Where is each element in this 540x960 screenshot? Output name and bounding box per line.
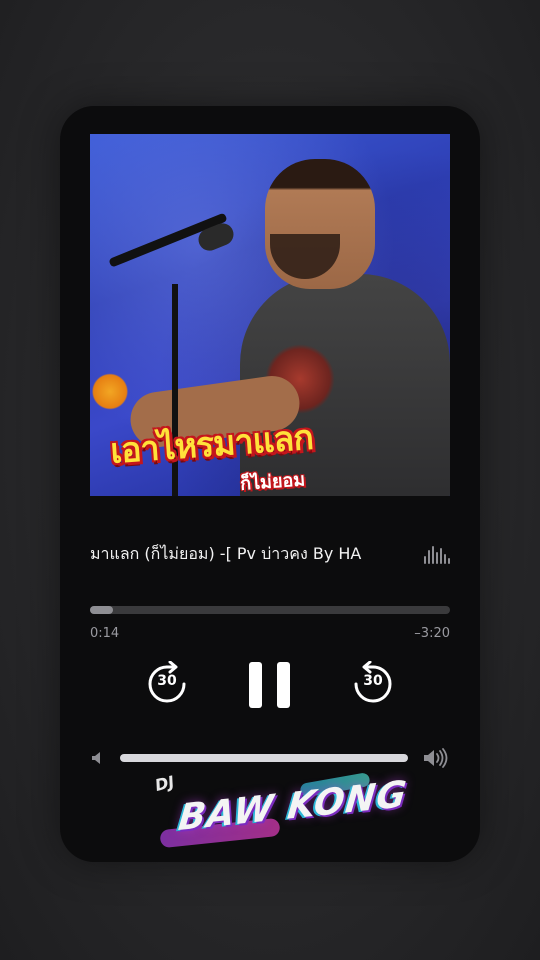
skip-back-seconds: 30	[157, 673, 177, 689]
remaining-time: –3:20	[414, 626, 450, 641]
playback-progress-bar[interactable]	[90, 606, 450, 616]
pause-icon-bar-left	[249, 662, 262, 708]
now-playing-row: มาแลก (ก็ไม่ยอม) -[ Pv บ่าวคง By HA	[90, 538, 450, 572]
progress-fill	[90, 606, 114, 614]
audio-waveform-icon[interactable]	[424, 544, 450, 564]
progress-track	[90, 606, 450, 614]
skip-forward-seconds: 30	[363, 673, 383, 689]
volume-high-icon	[424, 748, 448, 768]
logo-prefix: DJ	[152, 771, 177, 796]
volume-low-icon	[92, 752, 100, 764]
skip-back-button[interactable]: 30	[144, 660, 190, 707]
elapsed-time: 0:14	[90, 626, 120, 641]
pause-button[interactable]	[249, 662, 291, 708]
dj-logo: DJ BAW KONG	[150, 766, 409, 862]
flowers	[90, 369, 130, 414]
song-title[interactable]: มาแลก (ก็ไม่ยอม) -[ Pv บ่าวคง By HA	[90, 542, 420, 567]
volume-slider[interactable]	[120, 754, 408, 762]
album-artwork: เอาไหรมาแลก ก็ไม่ยอม	[90, 134, 450, 496]
music-player-card: เอาไหรมาแลก ก็ไม่ยอม มาแลก (ก็ไม่ยอม) -[…	[60, 106, 480, 862]
pause-icon-bar-right	[277, 662, 290, 708]
skip-forward-button[interactable]: 30	[350, 660, 396, 707]
logo-name: BAW KONG	[176, 773, 410, 840]
